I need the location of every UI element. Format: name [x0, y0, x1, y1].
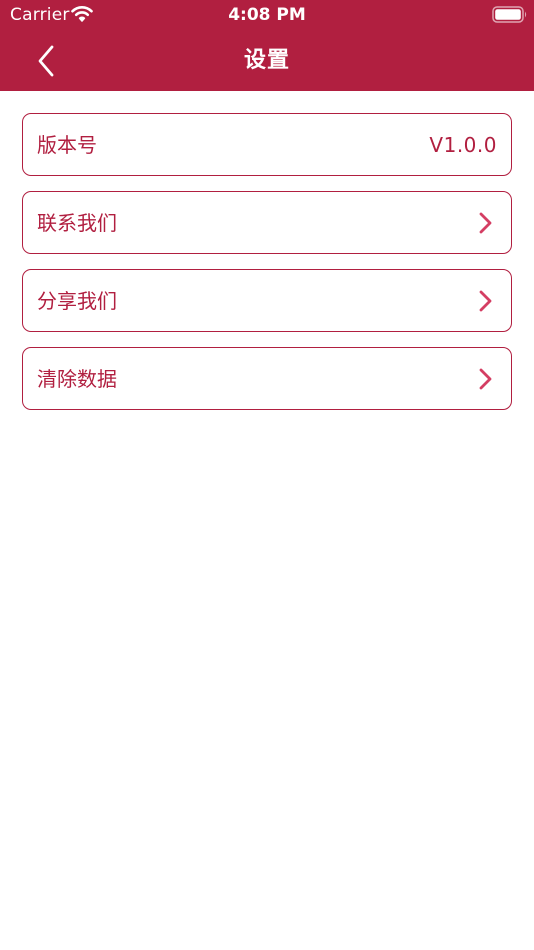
settings-screen: Carrier 4:08 PM 设置 版本号 V1.0.0 联系我们 分享我们 … — [0, 0, 534, 950]
share-us-label: 分享我们 — [37, 289, 117, 313]
contact-us-row[interactable]: 联系我们 — [22, 191, 512, 254]
clear-data-row[interactable]: 清除数据 — [22, 347, 512, 410]
status-time: 4:08 PM — [228, 5, 306, 25]
settings-list: 版本号 V1.0.0 联系我们 分享我们 清除数据 — [22, 113, 512, 425]
navigation-bar: 设置 — [0, 30, 534, 91]
top-bar: Carrier 4:08 PM 设置 — [0, 0, 534, 91]
chevron-right-icon — [477, 289, 493, 313]
version-value: V1.0.0 — [429, 133, 497, 157]
status-bar: Carrier 4:08 PM — [0, 0, 534, 30]
contact-us-label: 联系我们 — [37, 211, 117, 235]
share-us-row[interactable]: 分享我们 — [22, 269, 512, 332]
chevron-right-icon — [477, 211, 493, 235]
chevron-right-icon — [477, 367, 493, 391]
page-title: 设置 — [243, 48, 290, 73]
clear-data-label: 清除数据 — [37, 367, 117, 391]
version-label: 版本号 — [37, 133, 97, 157]
battery-icon — [492, 6, 528, 23]
version-row: 版本号 V1.0.0 — [22, 113, 512, 176]
